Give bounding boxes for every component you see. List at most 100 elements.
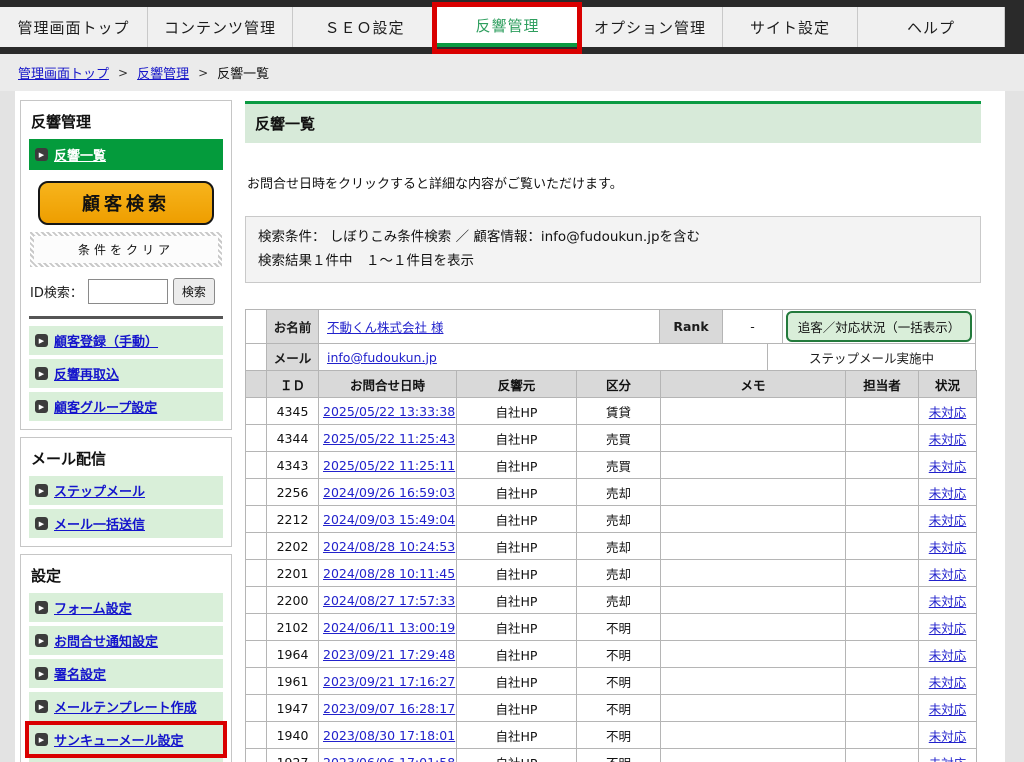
inquiry-category: 売買: [577, 425, 661, 452]
row-select-cell: [246, 479, 267, 506]
inquiry-datetime-link[interactable]: 2025/05/22 11:25:11: [323, 458, 455, 473]
sidebar-item[interactable]: ▶サンキューメール切替設定: [29, 758, 223, 762]
clear-conditions-button[interactable]: 条件をクリア: [30, 232, 222, 267]
inquiry-datetime-link[interactable]: 2023/09/07 16:28:17: [323, 701, 455, 716]
sidebar-link[interactable]: ステップメール: [54, 481, 145, 500]
sidebar-item[interactable]: ▶ 署名設定: [29, 659, 223, 688]
nav-tab[interactable]: ＳＥＯ設定: [293, 7, 437, 47]
inquiry-datetime-link[interactable]: 2023/08/30 17:18:01: [323, 728, 455, 743]
sidebar-item[interactable]: ▶メール一括送信: [29, 509, 223, 538]
table-row: 22562024/09/26 16:59:03自社HP売却未対応: [246, 479, 977, 506]
sidebar-link[interactable]: 反響再取込: [54, 364, 119, 383]
sidebar-link[interactable]: 署名設定: [54, 664, 106, 683]
customer-name-link[interactable]: 不動くん株式会社 様: [327, 317, 443, 336]
inquiry-status-link[interactable]: 未対応: [929, 432, 967, 447]
arrow-right-icon: ▶: [35, 700, 48, 713]
inquiry-id: 4344: [267, 425, 319, 452]
sidebar-item[interactable]: ▶ 顧客グループ設定: [29, 392, 223, 421]
arrow-right-icon: ▶: [35, 334, 48, 347]
sidebar-item[interactable]: ▶ 顧客登録（手動）: [29, 326, 223, 355]
inquiry-status-link[interactable]: 未対応: [929, 567, 967, 582]
inquiry-datetime-link[interactable]: 2024/09/26 16:59:03: [323, 485, 455, 500]
nav-tab[interactable]: ヘルプ: [858, 7, 1005, 47]
arrow-right-icon: ▶: [35, 667, 48, 680]
sidebar-links-group2: ▶ステップメール ▶メール一括送信: [29, 476, 223, 538]
inquiry-datetime-link[interactable]: 2025/05/22 11:25:43: [323, 431, 455, 446]
inquiry-category: 売却: [577, 479, 661, 506]
inquiry-memo: [661, 398, 846, 425]
customer-search-button[interactable]: 顧客検索: [38, 181, 214, 225]
inquiry-status-link[interactable]: 未対応: [929, 459, 967, 474]
inquiry-status-link[interactable]: 未対応: [929, 648, 967, 663]
follow-status-button[interactable]: 追客／対応状況（一括表示）: [786, 311, 973, 342]
sidebar-section-title: 反響管理: [29, 108, 223, 139]
inquiry-datetime: 2024/09/26 16:59:03: [319, 479, 457, 506]
hankyo-ichiran-link[interactable]: 反響一覧: [54, 145, 106, 164]
sidebar-link[interactable]: お問合せ通知設定: [54, 631, 158, 650]
sidebar-item-hankyo-ichiran[interactable]: ▶ 反響一覧: [29, 139, 223, 170]
sidebar-link[interactable]: サンキューメール設定: [54, 730, 183, 749]
inquiry-status-link[interactable]: 未対応: [929, 756, 967, 762]
inquiry-datetime-link[interactable]: 2024/08/28 10:11:45: [323, 566, 455, 581]
sidebar-link[interactable]: メール一括送信: [54, 514, 145, 533]
breadcrumb-link-hankyo[interactable]: 反響管理: [137, 63, 189, 82]
nav-tab[interactable]: サイト設定: [723, 7, 858, 47]
inquiry-datetime-link[interactable]: 2024/08/27 17:57:33: [323, 593, 455, 608]
row-select-cell: [246, 506, 267, 533]
inquiry-status-link[interactable]: 未対応: [929, 702, 967, 717]
breadcrumb-link-admin-top[interactable]: 管理画面トップ: [18, 63, 109, 82]
inquiry-category: 不明: [577, 668, 661, 695]
step-mail-status: ステップメール実施中: [768, 343, 976, 370]
inquiry-status-link[interactable]: 未対応: [929, 675, 967, 690]
inquiry-source: 自社HP: [457, 479, 577, 506]
sidebar-link[interactable]: 顧客グループ設定: [54, 397, 157, 416]
nav-tab[interactable]: コンテンツ管理: [148, 7, 293, 47]
inquiry-status-link[interactable]: 未対応: [929, 729, 967, 744]
sidebar-item[interactable]: ▶ フォーム設定: [29, 593, 223, 622]
sidebar-link[interactable]: メールテンプレート作成: [54, 697, 197, 716]
inquiry-datetime-link[interactable]: 2024/09/03 15:49:04: [323, 512, 455, 527]
customer-mail-link[interactable]: info@fudoukun.jp: [327, 350, 437, 365]
inquiry-source: 自社HP: [457, 695, 577, 722]
inquiry-status-link[interactable]: 未対応: [929, 405, 967, 420]
sidebar-item[interactable]: ▶サンキューメール設定: [29, 725, 223, 754]
arrow-right-icon: ▶: [35, 601, 48, 614]
inquiry-datetime-link[interactable]: 2025/05/22 13:33:38: [323, 404, 455, 419]
inquiry-status-link[interactable]: 未対応: [929, 486, 967, 501]
inquiry-status: 未対応: [919, 506, 977, 533]
sidebar-item[interactable]: ▶お問合せ通知設定: [29, 626, 223, 655]
id-search-submit-button[interactable]: 検索: [173, 278, 215, 305]
inquiry-datetime-link[interactable]: 2024/06/11 13:00:19: [323, 620, 455, 635]
nav-tab[interactable]: 反響管理: [437, 7, 578, 47]
inquiry-datetime-link[interactable]: 2023/06/06 17:01:58: [323, 755, 455, 762]
inquiry-category: 不明: [577, 614, 661, 641]
inquiry-datetime-link[interactable]: 2023/09/21 17:16:27: [323, 674, 455, 689]
arrow-right-icon: ▶: [35, 400, 48, 413]
breadcrumb-separator: >: [118, 66, 128, 80]
sidebar-link[interactable]: フォーム設定: [54, 598, 132, 617]
nav-tab[interactable]: オプション管理: [578, 7, 723, 47]
inquiry-status: 未対応: [919, 587, 977, 614]
sidebar-item[interactable]: ▶ステップメール: [29, 476, 223, 505]
inquiry-category: 売却: [577, 560, 661, 587]
inquiry-status-link[interactable]: 未対応: [929, 513, 967, 528]
inquiry-source: 自社HP: [457, 587, 577, 614]
arrow-right-icon: ▶: [35, 367, 48, 380]
sidebar-link[interactable]: 顧客登録（手動）: [54, 331, 158, 350]
inquiry-status-link[interactable]: 未対応: [929, 621, 967, 636]
inquiry-memo: [661, 533, 846, 560]
nav-tab[interactable]: 管理画面トップ: [0, 7, 148, 47]
inquiry-id: 1961: [267, 668, 319, 695]
inquiry-datetime-link[interactable]: 2024/08/28 10:24:53: [323, 539, 455, 554]
inquiry-status-link[interactable]: 未対応: [929, 540, 967, 555]
id-search-input[interactable]: [88, 279, 168, 304]
inquiry-datetime: 2023/09/07 16:28:17: [319, 695, 457, 722]
inquiry-table: ＩＤお問合せ日時反響元区分メモ担当者状況 43452025/05/22 13:3…: [245, 370, 977, 762]
inquiry-status-link[interactable]: 未対応: [929, 594, 967, 609]
sidebar-item[interactable]: ▶ メールテンプレート作成: [29, 692, 223, 721]
sidebar-section-hankyo: 反響管理 ▶ 反響一覧 顧客検索 条件をクリア ID検索： 検索 ▶顧客登録（手…: [20, 100, 232, 430]
inquiry-datetime-link[interactable]: 2023/09/21 17:29:48: [323, 647, 455, 662]
table-row: 19402023/08/30 17:18:01自社HP不明未対応: [246, 722, 977, 749]
row-select-cell: [246, 749, 267, 762]
sidebar-item[interactable]: ▶ 反響再取込: [29, 359, 223, 388]
